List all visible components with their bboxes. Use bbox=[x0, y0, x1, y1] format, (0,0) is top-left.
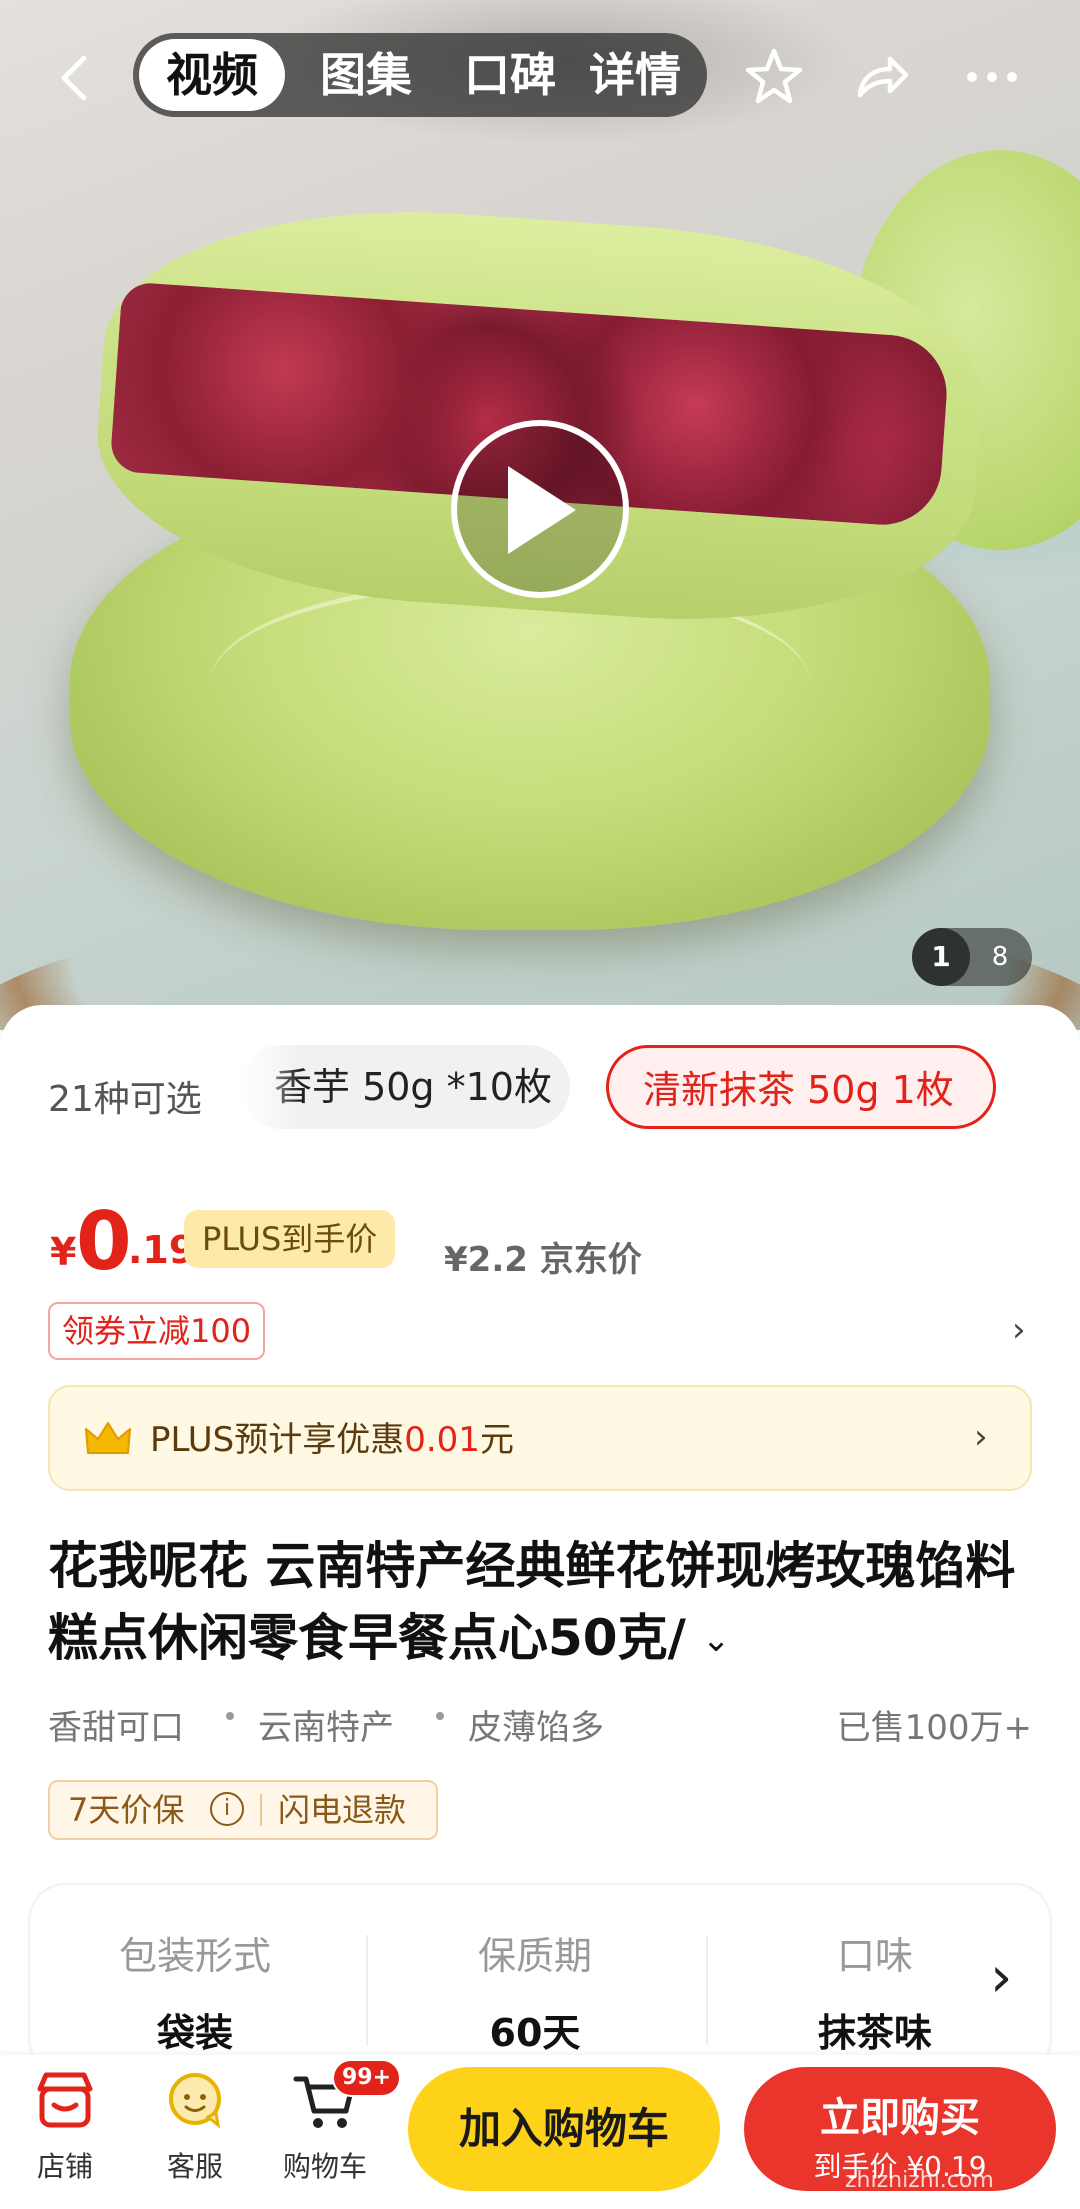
gallery-total: 8 bbox=[991, 942, 1009, 972]
play-icon bbox=[508, 466, 576, 554]
gallery-current: 1 bbox=[912, 928, 970, 986]
tab-video[interactable]: 视频 bbox=[139, 39, 285, 111]
plus-price-tag: PLUS到手价 bbox=[184, 1210, 396, 1268]
crown-icon bbox=[85, 1422, 131, 1454]
chevron-right-icon: › bbox=[974, 1417, 988, 1457]
divider bbox=[366, 1935, 368, 2045]
flash-refund-label: 闪电退款 bbox=[278, 1791, 407, 1829]
price-integer: 0 bbox=[76, 1195, 132, 1288]
guarantee-badge[interactable]: 7天价保 i 闪电退款 bbox=[48, 1780, 438, 1840]
divider bbox=[260, 1794, 262, 1826]
sku-option-selected[interactable]: 清新抹茶 50g 1枚 bbox=[606, 1045, 996, 1129]
price-symbol: ¥ bbox=[50, 1230, 77, 1274]
chevron-left-icon bbox=[61, 55, 87, 101]
cart-button[interactable]: 99+ 购物车 bbox=[270, 2059, 402, 2185]
chevron-right-icon[interactable]: › bbox=[990, 1945, 1012, 2010]
coupon-badge[interactable]: 领券立减100 bbox=[48, 1302, 266, 1360]
share-button[interactable] bbox=[850, 45, 914, 109]
tab-reviews[interactable]: 口碑 bbox=[445, 33, 575, 117]
plus-discount-prefix: PLUS预计享优惠 bbox=[150, 1420, 405, 1460]
gallery-counter: 1 8 bbox=[912, 928, 1032, 986]
customer-service-label: 客服 bbox=[166, 2150, 223, 2183]
spec-label: 包装形式 bbox=[118, 1934, 271, 1978]
chevron-right-icon[interactable]: › bbox=[1012, 1310, 1026, 1350]
cart-label: 购物车 bbox=[282, 2150, 367, 2183]
product-title: 花我呢花 云南特产经典鲜花饼现烤玫瑰馅料糕点休闲零食早餐点心50克/⌄ bbox=[48, 1530, 1038, 1676]
more-button[interactable] bbox=[960, 45, 1024, 109]
feature-tag: 皮薄馅多 bbox=[468, 1708, 604, 1748]
tab-details[interactable]: 详情 bbox=[589, 33, 707, 117]
watermark: zhizhizhi.com bbox=[845, 2168, 994, 2193]
divider bbox=[706, 1935, 708, 2045]
customer-service-button[interactable]: 客服 bbox=[140, 2065, 250, 2185]
separator-dot bbox=[436, 1712, 444, 1720]
sku-fade bbox=[240, 1045, 300, 1129]
sku-count: 21种可选 bbox=[48, 1079, 202, 1120]
plus-discount-banner[interactable]: PLUS预计享优惠0.01元 › bbox=[48, 1385, 1032, 1491]
favorite-button[interactable] bbox=[742, 45, 806, 109]
store-label: 店铺 bbox=[36, 2150, 93, 2183]
plus-discount-text: PLUS预计享优惠0.01元 bbox=[150, 1387, 514, 1493]
info-icon[interactable]: i bbox=[210, 1792, 244, 1826]
spec-item: 保质期 60天 bbox=[370, 1925, 700, 2057]
more-dots-icon bbox=[967, 72, 1017, 82]
store-icon bbox=[37, 2072, 93, 2128]
spec-card[interactable]: 包装形式 袋装 保质期 60天 口味 抹茶味 › bbox=[30, 1885, 1050, 2075]
play-video-button[interactable] bbox=[451, 420, 629, 598]
tab-gallery[interactable]: 图集 bbox=[301, 33, 431, 117]
feature-tag: 香甜可口 bbox=[48, 1708, 184, 1748]
plus-discount-amount: 0.01 bbox=[404, 1420, 480, 1460]
back-button[interactable] bbox=[48, 50, 104, 106]
product-hero-image[interactable]: 1 8 bbox=[0, 0, 1080, 1030]
buy-now-label: 立即购买 bbox=[820, 2095, 980, 2141]
chevron-down-icon[interactable]: ⌄ bbox=[702, 1620, 731, 1660]
customer-service-icon bbox=[169, 2073, 221, 2129]
spec-label: 保质期 bbox=[477, 1934, 592, 1978]
feature-tag: 云南特产 bbox=[258, 1708, 394, 1748]
add-to-cart-button[interactable]: 加入购物车 bbox=[408, 2067, 720, 2191]
separator-dot bbox=[226, 1712, 234, 1720]
product-title-text: 花我呢花 云南特产经典鲜花饼现烤玫瑰馅料糕点休闲零食早餐点心50克/ bbox=[48, 1537, 1016, 1667]
spec-value: 60天 bbox=[489, 2011, 581, 2055]
jd-price: ¥2.2 京东价 bbox=[444, 1240, 642, 1280]
spec-item: 包装形式 袋装 bbox=[30, 1925, 360, 2057]
cart-badge: 99+ bbox=[332, 2059, 402, 2097]
store-button[interactable]: 店铺 bbox=[10, 2065, 120, 2185]
sold-count: 已售100万+ bbox=[836, 1708, 1032, 1748]
price-protect-label: 7天价保 bbox=[68, 1791, 185, 1829]
plus-discount-suffix: 元 bbox=[479, 1420, 514, 1460]
spec-value: 袋装 bbox=[156, 2011, 233, 2055]
media-tabs: 视频 图集 口碑 详情 bbox=[133, 33, 707, 117]
star-icon bbox=[745, 48, 803, 104]
share-icon bbox=[857, 56, 909, 98]
spec-value: 抹茶味 bbox=[817, 2011, 932, 2055]
